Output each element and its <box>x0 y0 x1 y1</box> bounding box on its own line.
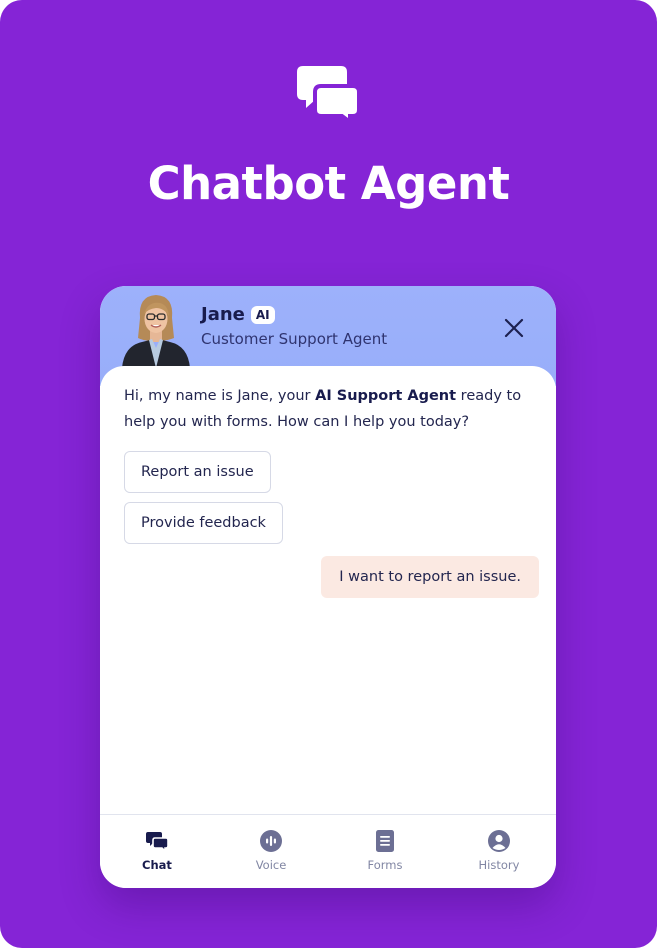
nav-label-voice: Voice <box>255 858 287 872</box>
report-issue-button[interactable]: Report an issue <box>124 451 271 493</box>
user-icon <box>488 830 510 852</box>
nav-forms[interactable]: Forms <box>328 815 442 888</box>
nav-label-chat: Chat <box>142 858 172 872</box>
close-button[interactable] <box>500 314 528 342</box>
chat-bubbles-icon <box>297 64 361 126</box>
agent-avatar <box>120 292 192 368</box>
bottom-nav: Chat Voice Forms History <box>100 814 556 888</box>
user-message-bubble: I want to report an issue. <box>321 556 539 598</box>
page-title: Chatbot Agent <box>147 157 510 210</box>
ai-badge: AI <box>250 305 275 324</box>
nav-chat[interactable]: Chat <box>100 815 214 888</box>
nav-voice[interactable]: Voice <box>214 815 328 888</box>
agent-name-row: Jane AI <box>201 304 275 325</box>
greeting-text-start: Hi, my name is Jane, your <box>124 388 316 404</box>
page-background: Chatbot Agent Jane AI Customer Support A… <box>0 0 657 948</box>
bot-greeting-message: Hi, my name is Jane, your AI Support Age… <box>124 383 534 435</box>
chat-messages: Hi, my name is Jane, your AI Support Age… <box>100 366 556 884</box>
agent-role: Customer Support Agent <box>201 330 388 348</box>
close-icon <box>504 318 524 338</box>
agent-name: Jane <box>201 304 245 325</box>
voice-icon <box>260 830 282 852</box>
nav-label-history: History <box>478 858 520 872</box>
greeting-text-bold: AI Support Agent <box>315 388 457 404</box>
form-icon <box>374 830 396 852</box>
provide-feedback-button[interactable]: Provide feedback <box>124 502 283 544</box>
chat-widget: Jane AI Customer Support Agent Hi, my na… <box>100 286 556 888</box>
nav-label-forms: Forms <box>367 858 403 872</box>
chat-icon <box>146 830 168 852</box>
nav-history[interactable]: History <box>442 815 556 888</box>
